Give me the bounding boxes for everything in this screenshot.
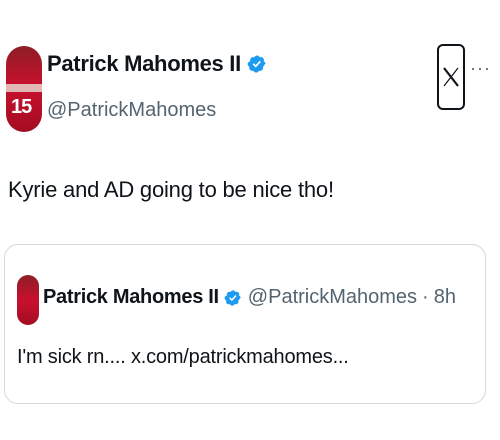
quoted-header: Patrick Mahomes II @PatrickMahomes · 8h [43,286,456,309]
more-options-icon[interactable]: ··· [470,58,491,79]
author-name-row: Patrick Mahomes II [47,51,267,77]
verified-badge-icon [247,55,266,73]
quoted-timestamp[interactable]: 8h [434,286,456,309]
avatar-jersey-number: 15 [11,96,32,118]
verified-badge-icon [224,289,241,306]
quoted-author-avatar[interactable] [17,275,39,325]
x-logo-icon[interactable] [437,44,465,110]
quoted-text: I'm sick rn.... x.com/patrickmahomes... [17,346,349,368]
x-logo-glyph [443,67,459,87]
author-avatar[interactable]: 15 [6,46,42,132]
quoted-author-name[interactable]: Patrick Mahomes II [43,286,219,309]
author-handle[interactable]: @PatrickMahomes [47,99,216,122]
author-name[interactable]: Patrick Mahomes II [47,51,241,77]
quoted-tweet[interactable]: Patrick Mahomes II @PatrickMahomes · 8h … [4,244,486,404]
avatar-stripe [6,84,42,92]
tweet-text: Kyrie and AD going to be nice tho! [8,177,334,202]
time-separator: · [422,286,429,308]
quoted-author-handle[interactable]: @PatrickMahomes [248,286,417,309]
tweet-card: 15 Patrick Mahomes II @PatrickMahomes ··… [0,0,500,440]
